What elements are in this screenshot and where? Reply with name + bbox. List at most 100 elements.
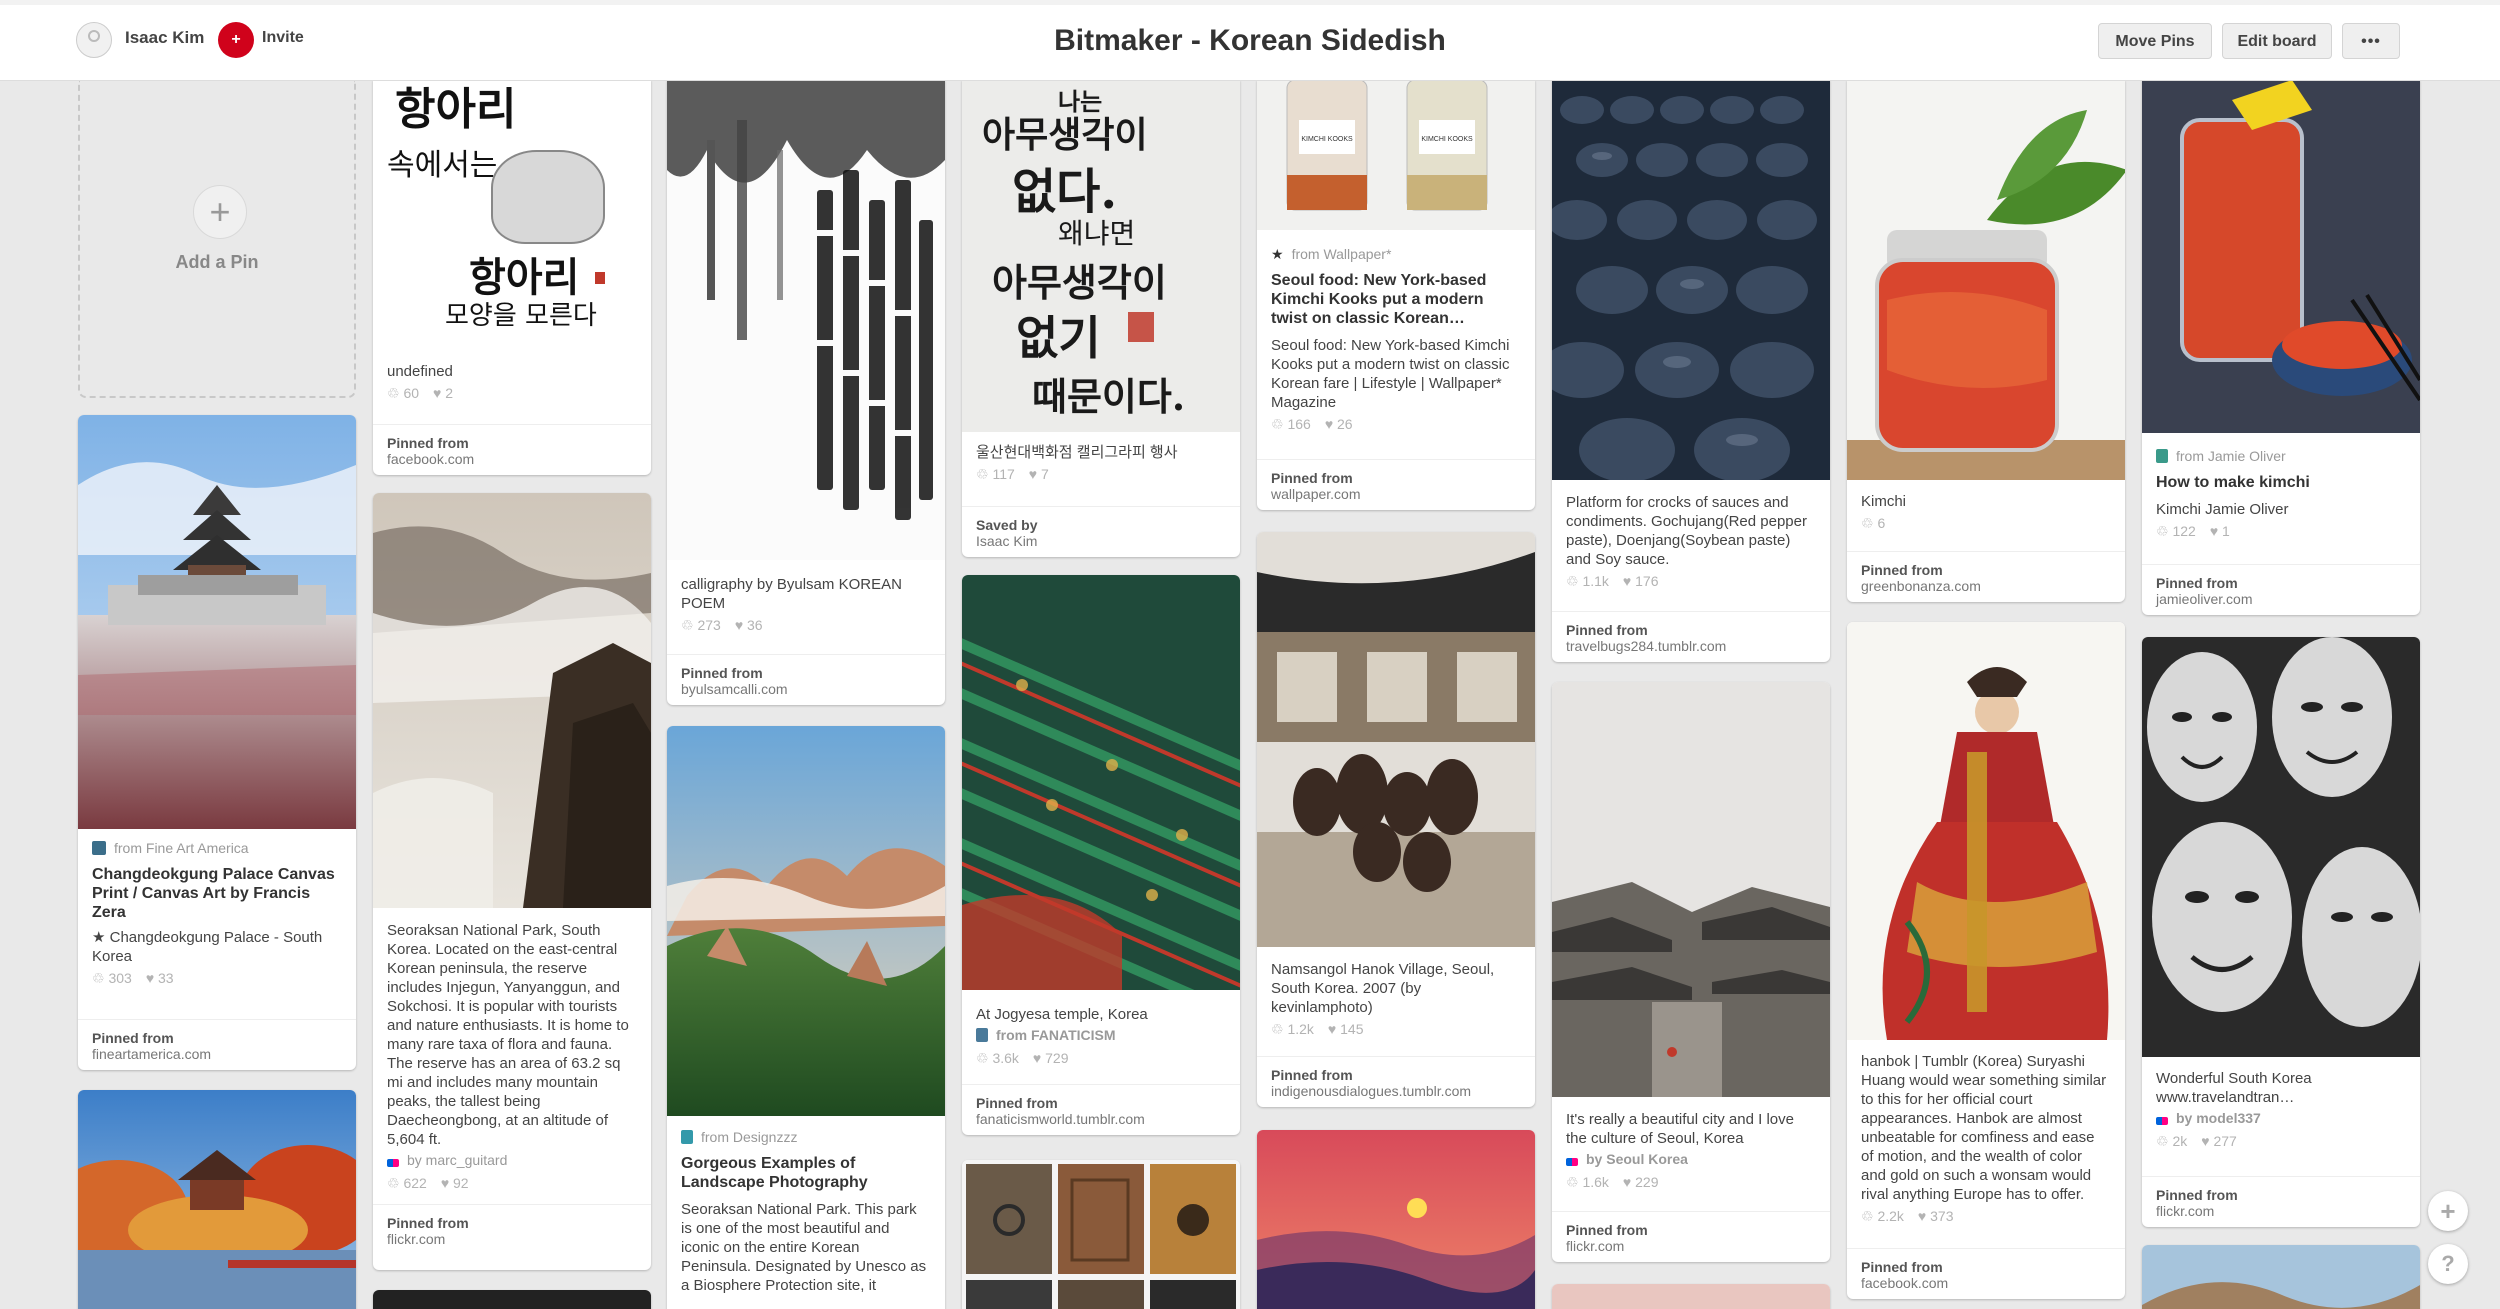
pin-card-palace[interactable]: from Fine Art America Changdeokgung Pala… (78, 415, 356, 1070)
pin-card-autumn-pavilion[interactable] (78, 1090, 356, 1309)
kimchi-kooks-image: KIMCHI KOOKS KIMCHI KOOKS (1257, 80, 1535, 230)
pin-card-kimchi-jar[interactable]: Kimchi ♲ 6 Pinned from greenbonanza.com (1847, 80, 2125, 602)
pin-card-calligraphy-jar[interactable]: 항아리 속에서는 항아리 모양을 모른다 undefined ♲ 60 ♥ 2 P… (373, 80, 651, 475)
pin-card-doors[interactable] (962, 1160, 1240, 1309)
pin-description: Seoul food: New York-based Kimchi Kooks … (1271, 337, 1510, 411)
board-page: Isaac Kim + Invite Bitmaker - Korean Sid… (0, 0, 2500, 1309)
edit-board-button[interactable]: Edit board (2222, 23, 2332, 59)
mountain-partial-image (2142, 1245, 2420, 1309)
source-logo-icon (2156, 449, 2168, 463)
landscape-image (667, 726, 945, 1116)
pin-attribution[interactable]: by Seoul Korea (1566, 1148, 1816, 1170)
pin-footer[interactable]: Pinned from indigenousdialogues.tumblr.c… (1257, 1056, 1535, 1107)
pin-title[interactable]: How to make kimchi (2156, 473, 2406, 492)
add-pin-float-button[interactable]: + (2428, 1191, 2468, 1231)
pin-card-seoraksan[interactable]: Seoraksan National Park, South Korea. Lo… (373, 493, 651, 1270)
pin-footer[interactable]: Pinned from byulsamcalli.com (667, 654, 945, 705)
pin-attribution[interactable]: by marc_guitard (387, 1149, 637, 1171)
pin-card-calligraphy-poem[interactable]: calligraphy by Byulsam KOREAN POEM ♲ 273… (667, 80, 945, 705)
pin-description: It's really a beautiful city and I love … (1566, 1111, 1794, 1147)
pin-footer[interactable]: Pinned from facebook.com (373, 424, 651, 475)
pin-description: Namsangol Hanok Village, Seoul, South Ko… (1271, 961, 1495, 1016)
pin-card-kimchi-kooks[interactable]: KIMCHI KOOKS KIMCHI KOOKS ★ from Wallpape… (1257, 80, 1535, 510)
calligraphy-text: 아무생각이 (992, 260, 1167, 305)
pin-footer[interactable]: Pinned from travelbugs284.tumblr.com (1552, 611, 1830, 662)
hanbok-image (1847, 622, 2125, 1040)
source-logo-icon (976, 1028, 988, 1042)
pin-description: hanbok | Tumblr (Korea) Suryashi Huang w… (1861, 1053, 2107, 1203)
pin-title[interactable]: Gorgeous Examples of Landscape Photograp… (681, 1154, 931, 1192)
pin-source[interactable]: ★ from Wallpaper* (1271, 243, 1521, 265)
pin-card-seoul-city[interactable]: It's really a beautiful city and I love … (1552, 682, 1830, 1262)
jar-drawing (491, 150, 605, 244)
pin-source[interactable]: from Jamie Oliver (2156, 445, 2406, 467)
pin-footer[interactable]: Pinned from greenbonanza.com (1847, 551, 2125, 602)
pin-footer[interactable]: Pinned from wallpaper.com (1257, 459, 1535, 510)
pin-stats: ♲ 1.1k ♥ 176 (1566, 573, 1659, 589)
pin-stats: ♲ 6 (1861, 515, 1886, 531)
jogyesa-image (962, 575, 1240, 990)
calligraphy-text: 모양을 모른다 (445, 301, 597, 331)
pin-card-sunset[interactable] (1257, 1130, 1535, 1309)
calligraphy-text: 항아리 (395, 84, 517, 135)
pin-card-mountain-partial[interactable] (2142, 1245, 2420, 1309)
move-pins-button[interactable]: Move Pins (2098, 23, 2212, 59)
pin-card-namsangol[interactable]: Namsangol Hanok Village, Seoul, South Ko… (1257, 532, 1535, 1107)
pin-source[interactable]: from Designzzz (681, 1126, 931, 1148)
pin-card-jogyesa[interactable]: At Jogyesa temple, Korea from FANATICISM… (962, 575, 1240, 1135)
pin-description: ★ Changdeokgung Palace - South Korea (92, 929, 323, 965)
pin-stats: ♲ 273 ♥ 36 (681, 617, 763, 633)
pin-title[interactable]: Seoul food: New York-based Kimchi Kooks … (1271, 271, 1521, 328)
pin-stats: ♲ 2.2k ♥ 373 (1861, 1208, 1954, 1224)
pin-stats: ♲ 1.6k ♥ 229 (1566, 1174, 1659, 1190)
pin-stats: ♲ 2k ♥ 277 (2156, 1133, 2237, 1149)
pin-source[interactable]: from Fine Art America (92, 837, 342, 859)
pin-card-landscape[interactable]: from Designzzz Gorgeous Examples of Land… (667, 726, 945, 1309)
calligraphy-text: 없기 (1016, 311, 1101, 365)
seal-stamp (1128, 312, 1154, 342)
pin-footer[interactable]: Pinned from jamieoliver.com (2142, 564, 2420, 615)
pin-footer[interactable]: Pinned from fanaticismworld.tumblr.com (962, 1084, 1240, 1135)
pin-footer[interactable]: Pinned from fineartamerica.com (78, 1019, 356, 1070)
more-options-button[interactable]: ••• (2342, 23, 2400, 59)
pin-card-calligraphy-thoughts[interactable]: 나는 아무생각이 없다. 왜냐면 아무생각이 없기 때문이다. 울산현대백화점 … (962, 80, 1240, 557)
flickr-icon (2156, 1117, 2168, 1125)
pin-footer[interactable]: Pinned from facebook.com (1847, 1248, 2125, 1299)
sunset-mountains-image (1257, 1130, 1535, 1309)
kimchi-jar-image (1847, 80, 2125, 480)
pin-attribution[interactable]: from FANATICISM (976, 1024, 1226, 1046)
namsangol-image (1257, 532, 1535, 947)
pin-card-hanbok[interactable]: hanbok | Tumblr (Korea) Suryashi Huang w… (1847, 622, 2125, 1299)
pin-footer[interactable]: Pinned from flickr.com (1552, 1211, 1830, 1262)
flickr-icon (1566, 1158, 1578, 1166)
pin-attribution[interactable]: by model337 (2156, 1107, 2406, 1129)
pin-card-blossom-partial[interactable] (1552, 1284, 1830, 1309)
calligraphy-text: 속에서는 (387, 148, 498, 183)
crocks-image (1552, 80, 1830, 480)
pin-footer[interactable]: Pinned from flickr.com (2142, 1176, 2420, 1227)
pin-card-masks[interactable]: Wonderful South Korea www.travelandtran…… (2142, 637, 2420, 1227)
calligraphy-thoughts-image: 나는 아무생각이 없다. 왜냐면 아무생각이 없기 때문이다. (962, 80, 1240, 432)
calligraphy-text: 때문이다. (1032, 374, 1186, 419)
calligraphy-text: 아무생각이 (982, 114, 1148, 156)
pin-stats: ♲ 166 ♥ 26 (1271, 416, 1353, 432)
plus-icon: + (193, 185, 247, 239)
top-divider (0, 0, 2500, 5)
source-logo-icon (681, 1130, 693, 1144)
jamie-kimchi-image (2142, 80, 2420, 433)
pin-title[interactable]: Changdeokgung Palace Canvas Print / Canv… (92, 865, 342, 922)
pin-stats: ♲ 622 ♥ 92 (387, 1175, 469, 1191)
pin-card-dark-partial[interactable] (373, 1290, 651, 1309)
seoraksan-image (373, 493, 651, 908)
pin-footer[interactable]: Pinned from flickr.com (373, 1204, 651, 1255)
pin-footer[interactable]: Saved by Isaac Kim (962, 506, 1240, 557)
pin-description: Platform for crocks of sauces and condim… (1566, 494, 1807, 568)
autumn-pavilion-image (78, 1090, 356, 1309)
add-pin-button[interactable]: + Add a Pin (78, 80, 356, 398)
pin-description: At Jogyesa temple, Korea (976, 1006, 1148, 1023)
help-button[interactable]: ? (2428, 1244, 2468, 1284)
pin-card-crocks[interactable]: Platform for crocks of sauces and condim… (1552, 80, 1830, 662)
pin-card-jamie-kimchi[interactable]: from Jamie Oliver How to make kimchi Kim… (2142, 80, 2420, 615)
calligraphy-text: 왜냐면 (1058, 217, 1136, 250)
seal-stamp (595, 272, 605, 284)
